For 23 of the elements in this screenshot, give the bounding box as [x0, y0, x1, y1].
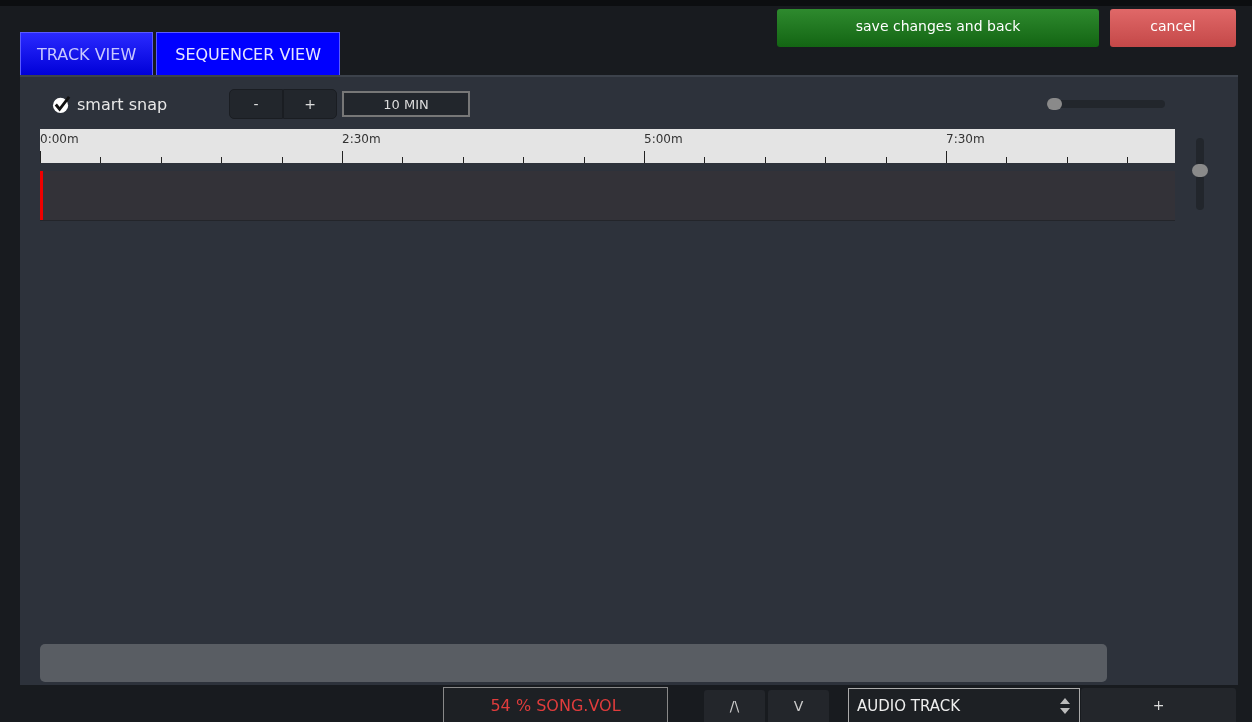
zoom-button[interactable]: - [229, 89, 283, 119]
cancel-button[interactable]: cancel [1110, 9, 1236, 47]
slider-thumb[interactable] [1047, 98, 1062, 110]
add-button[interactable]: + [1081, 688, 1236, 722]
range-display: 10 MIN [342, 91, 470, 117]
scrollbar[interactable] [40, 644, 1107, 682]
time-label: 0:00m [40, 132, 79, 146]
move-button[interactable]: V [768, 690, 829, 722]
checkbox[interactable] [52, 94, 71, 114]
smart-snap-label: smart snap [77, 94, 168, 114]
view-tab[interactable]: TRACK VIEW [20, 32, 154, 75]
time-label: 7:30m [946, 132, 985, 146]
save-button[interactable]: save changes and back [777, 9, 1099, 47]
view-tab[interactable]: SEQUENCER VIEW [156, 32, 340, 75]
slider-thumb[interactable] [1192, 163, 1208, 177]
time-label: 5:00m [644, 132, 683, 146]
zoom-button[interactable]: + [283, 89, 337, 119]
move-button[interactable]: /\ [704, 690, 765, 722]
time-label: 2:30m [342, 132, 381, 146]
updown-icon [1059, 696, 1071, 715]
zoom-slider[interactable] [1047, 100, 1165, 108]
volume-display: 54 % SONG.VOL [443, 687, 668, 722]
track-type-select[interactable]: AUDIO TRACK [848, 688, 1080, 722]
